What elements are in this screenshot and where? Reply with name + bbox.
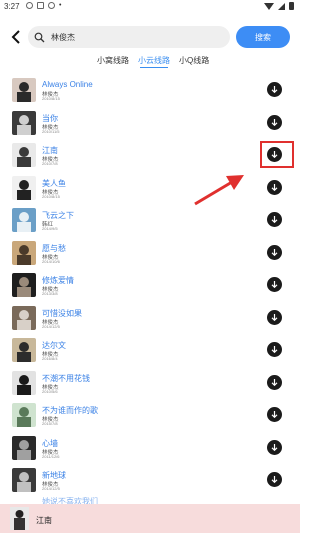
- song-row[interactable]: 美人鱼 林俊杰 2010/8/15: [0, 172, 300, 205]
- song-date: 2010/8/15: [42, 96, 60, 101]
- song-list: Always Online 林俊杰 2010/8/15 当你 林俊杰 2010/11/5 江…: [0, 74, 300, 497]
- search-button[interactable]: 搜索: [236, 26, 290, 48]
- download-button[interactable]: [267, 407, 282, 422]
- album-cover: [12, 175, 36, 200]
- song-date: 2013/3/8: [42, 291, 58, 296]
- album-cover: [12, 110, 36, 135]
- album-cover: [12, 273, 36, 297]
- song-row[interactable]: 不为谁而作的歌 林俊杰 2015/7/8: [0, 399, 300, 432]
- download-icon: [271, 216, 278, 224]
- download-icon: [271, 346, 278, 354]
- download-button[interactable]: [267, 309, 282, 325]
- download-button[interactable]: [267, 82, 282, 97]
- download-icon: [271, 86, 278, 94]
- album-cover: [12, 143, 36, 167]
- download-button[interactable]: [267, 179, 282, 195]
- download-icon: [271, 476, 278, 484]
- download-button[interactable]: [267, 439, 282, 455]
- download-button[interactable]: [267, 472, 282, 487]
- song-row[interactable]: 心墙 林俊杰 2011/12/6: [0, 432, 300, 465]
- download-icon: [271, 313, 278, 321]
- song-row[interactable]: 当你 林俊杰 2010/11/5: [0, 107, 300, 140]
- tab-xiaoq[interactable]: 小Q线路: [178, 55, 210, 66]
- song-row[interactable]: 愿与愁 林俊杰 2014/10/6: [0, 237, 300, 270]
- back-arrow-icon: [11, 30, 20, 44]
- search-bar[interactable]: [28, 26, 230, 48]
- song-row[interactable]: 可惜没如果 林俊杰 2014/12/5: [0, 302, 300, 335]
- download-button[interactable]: [267, 342, 282, 357]
- download-icon: [271, 443, 278, 451]
- download-icon: [271, 248, 278, 256]
- download-icon: [271, 411, 278, 419]
- song-date: 2010/8/15: [42, 193, 60, 199]
- download-highlight-box: [260, 141, 294, 168]
- album-cover: [12, 370, 36, 395]
- song-date: 2010/11/5: [42, 128, 60, 134]
- now-playing-title: 江南: [36, 516, 52, 525]
- tab-xiaowo[interactable]: 小窝线路: [96, 55, 130, 66]
- battery-icon: [289, 2, 294, 10]
- status-system-icons: [264, 2, 294, 10]
- album-cover: [12, 240, 36, 265]
- song-date: 2014/9/5: [42, 226, 58, 231]
- sync-status-icon: [48, 2, 55, 9]
- song-date: 2014/10/6: [42, 258, 60, 264]
- download-button[interactable]: [267, 244, 282, 260]
- album-cover: [12, 208, 36, 232]
- search-icon: [34, 32, 45, 42]
- song-date: 2010/7/8: [42, 161, 58, 166]
- notification-icon: [26, 2, 33, 9]
- song-row[interactable]: 不潮不用花钱 林俊杰 2010/5/6: [0, 367, 300, 400]
- more-dot-icon: •: [59, 2, 62, 9]
- download-button[interactable]: [267, 374, 282, 390]
- download-icon: [271, 281, 278, 289]
- download-icon: [271, 183, 278, 191]
- status-time: 3:27: [4, 2, 20, 11]
- album-cover: [12, 305, 36, 330]
- album-cover: [12, 338, 36, 362]
- song-date: 2014/12/5: [42, 486, 60, 491]
- song-row[interactable]: 达尔文 林俊杰 2016/8/4: [0, 334, 300, 367]
- song-date: 2011/12/6: [42, 453, 60, 459]
- download-icon: [271, 378, 278, 386]
- song-title: Always Online: [42, 80, 93, 89]
- song-row[interactable]: Always Online 林俊杰 2010/8/15: [0, 74, 300, 107]
- wifi-icon: [264, 2, 274, 10]
- song-date: 2016/8/4: [42, 356, 58, 361]
- download-button[interactable]: [267, 212, 282, 227]
- album-cover: [12, 78, 36, 102]
- back-button[interactable]: [8, 28, 24, 46]
- song-date: 2010/5/6: [42, 388, 58, 394]
- status-bar: 3:27 •: [0, 0, 300, 14]
- song-row[interactable]: 新地球 林俊杰 2014/12/5: [0, 464, 300, 497]
- download-button[interactable]: [267, 277, 282, 292]
- album-cover: [12, 403, 36, 427]
- song-row[interactable]: 修炼爱情 林俊杰 2013/3/8: [0, 269, 300, 302]
- route-tabs: 小窝线路 小云线路 小Q线路: [0, 55, 300, 71]
- song-row[interactable]: 飞云之下 韩红 2014/9/5: [0, 204, 300, 237]
- song-row[interactable]: 江南 林俊杰 2010/7/8: [0, 139, 300, 172]
- album-cover: [12, 468, 36, 492]
- song-date: 2014/12/5: [42, 323, 60, 329]
- album-cover: [12, 435, 36, 460]
- download-status-icon: [37, 2, 44, 9]
- download-button[interactable]: [267, 114, 282, 130]
- search-input[interactable]: [49, 31, 223, 43]
- song-date: 2015/7/8: [42, 421, 58, 426]
- now-playing-bar[interactable]: 江南: [0, 504, 300, 533]
- now-playing-cover: [10, 507, 29, 530]
- tab-xiaoyun[interactable]: 小云线路: [137, 55, 171, 68]
- status-notification-icons: •: [26, 2, 61, 9]
- cellular-icon: [278, 2, 285, 10]
- download-icon: [271, 118, 278, 126]
